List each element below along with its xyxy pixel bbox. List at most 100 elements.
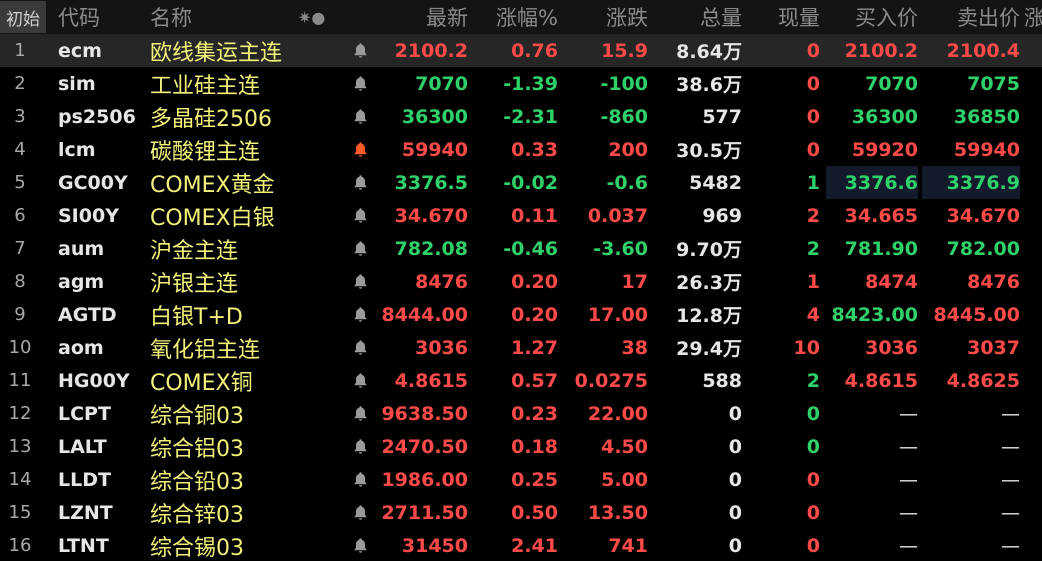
symbol-name: 综合锌03 xyxy=(150,502,244,528)
bell-icon[interactable] xyxy=(348,397,372,430)
symbol-code: sim xyxy=(58,72,96,95)
table-row[interactable]: 2 sim 工业硅主连 7070 -1.39 -100 38.6万 0 7070 7075 xyxy=(0,67,1042,100)
last-price: 3036 xyxy=(415,336,468,359)
last-price: 34.670 xyxy=(394,204,468,227)
change-amount: 5.00 xyxy=(601,468,648,491)
change-percent: 0.33 xyxy=(511,138,558,161)
col-volume-header[interactable]: 总量 xyxy=(650,0,742,34)
bell-icon[interactable] xyxy=(348,100,372,133)
ask-price: 3037 xyxy=(967,336,1020,359)
bell-icon[interactable] xyxy=(348,265,372,298)
row-index: 5 xyxy=(14,172,26,193)
col-overflow-header[interactable]: 涨 xyxy=(1024,0,1042,34)
table-row[interactable]: 4 lcm 碳酸锂主连 59940 0.33 200 30.5万 0 59920 59940 xyxy=(0,133,1042,166)
table-row[interactable]: 13 LALT 综合铝03 2470.50 0.18 4.50 0 0 — — xyxy=(0,430,1042,463)
bell-icon[interactable] xyxy=(348,430,372,463)
col-code-header[interactable]: 代码 xyxy=(58,0,148,34)
ask-price: 59940 xyxy=(953,138,1020,161)
bell-icon[interactable] xyxy=(348,364,372,397)
symbol-code: LTNT xyxy=(58,534,109,557)
symbol-code: AGTD xyxy=(58,303,117,326)
bell-icon[interactable] xyxy=(348,529,372,561)
bid-price: 34.665 xyxy=(844,204,918,227)
table-row[interactable]: 5 GC00Y COMEX黄金 3376.5 -0.02 -0.6 5482 1 3376.6 3… xyxy=(0,166,1042,199)
row-index: 10 xyxy=(8,337,32,358)
col-name-header[interactable]: 名称 xyxy=(150,0,290,34)
ask-price: 7075 xyxy=(967,72,1020,95)
change-amount: 15.9 xyxy=(601,39,648,62)
change-amount: 38 xyxy=(621,336,648,359)
table-row[interactable]: 7 aum 沪金主连 782.08 -0.46 -3.60 9.70万 2 781.90 782.… xyxy=(0,232,1042,265)
change-percent: 2.41 xyxy=(511,534,558,557)
table-row[interactable]: 11 HG00Y COMEX铜 4.8615 0.57 0.0275 588 2 4.8615 4… xyxy=(0,364,1042,397)
symbol-name: COMEX白银 xyxy=(150,205,275,231)
total-volume: 30.5万 xyxy=(676,140,742,162)
bell-icon[interactable] xyxy=(348,166,372,199)
symbol-name: 工业硅主连 xyxy=(150,73,261,99)
bid-price: 8423.00 xyxy=(831,303,918,326)
row-index: 13 xyxy=(8,436,32,457)
col-bid-header[interactable]: 买入价 xyxy=(826,0,918,34)
symbol-name: 综合铝03 xyxy=(150,436,244,462)
table-row[interactable]: 3 ps2506 多晶硅2506 36300 -2.31 -860 577 0 36300 368… xyxy=(0,100,1042,133)
last-price: 7070 xyxy=(415,72,468,95)
current-volume: 0 xyxy=(806,501,820,524)
row-index: 16 xyxy=(8,535,32,556)
change-percent: -1.39 xyxy=(503,72,558,95)
bell-icon[interactable] xyxy=(348,463,372,496)
table-row[interactable]: 9 AGTD 白银T+D 8444.00 0.20 17.00 12.8万 4 8423.00 8… xyxy=(0,298,1042,331)
change-amount: 17 xyxy=(621,270,648,293)
bid-price: 3376.6 xyxy=(826,166,918,199)
bid-price: 3036 xyxy=(865,336,918,359)
row-index: 1 xyxy=(14,40,26,61)
table-row[interactable]: 10 aom 氧化铝主连 3036 1.27 38 29.4万 10 3036 3037 xyxy=(0,331,1042,364)
ask-price: 2100.4 xyxy=(946,39,1020,62)
change-amount: 22.00 xyxy=(587,402,648,425)
table-row[interactable]: 16 LTNT 综合锡03 31450 2.41 741 0 0 — — xyxy=(0,529,1042,561)
symbol-name: 综合铅03 xyxy=(150,469,244,495)
table-row[interactable]: 14 LLDT 综合铅03 1986.00 0.25 5.00 0 0 — — xyxy=(0,463,1042,496)
table-row[interactable]: 15 LZNT 综合锌03 2711.50 0.50 13.50 0 0 — — xyxy=(0,496,1042,529)
ask-price: 36850 xyxy=(953,105,1020,128)
change-amount: -0.6 xyxy=(606,171,648,194)
col-change-header[interactable]: 涨跌 xyxy=(560,0,648,34)
ask-price: 782.00 xyxy=(946,237,1020,260)
table-row[interactable]: 12 LCPT 综合铜03 9638.50 0.23 22.00 0 0 — — xyxy=(0,397,1042,430)
col-ask-header[interactable]: 卖出价 xyxy=(922,0,1020,34)
total-volume: 0 xyxy=(728,468,742,491)
bell-icon[interactable] xyxy=(348,67,372,100)
settings-icon[interactable]: ✷● xyxy=(298,0,338,34)
current-volume: 2 xyxy=(806,369,820,392)
bell-icon[interactable] xyxy=(348,133,372,166)
ask-price: 8476 xyxy=(967,270,1020,293)
bid-price: 59920 xyxy=(851,138,918,161)
bell-icon[interactable] xyxy=(348,199,372,232)
col-current-header[interactable]: 现量 xyxy=(746,0,820,34)
last-price: 36300 xyxy=(401,105,468,128)
change-percent: 0.57 xyxy=(511,369,558,392)
last-price: 8444.00 xyxy=(381,303,468,326)
row-index: 11 xyxy=(8,370,32,391)
symbol-name: 沪银主连 xyxy=(150,271,239,297)
symbol-code: agm xyxy=(58,270,105,293)
bell-icon[interactable] xyxy=(348,298,372,331)
col-pct-header[interactable]: 涨幅% xyxy=(480,0,558,34)
current-volume: 0 xyxy=(806,105,820,128)
row-index: 7 xyxy=(14,238,26,259)
bell-icon[interactable] xyxy=(348,34,372,67)
filter-tag[interactable]: 初始 xyxy=(0,1,46,33)
bid-price: — xyxy=(899,435,918,458)
total-volume: 0 xyxy=(728,501,742,524)
symbol-code: ps2506 xyxy=(58,105,136,128)
change-amount: -3.60 xyxy=(593,237,648,260)
table-row[interactable]: 6 SI00Y COMEX白银 34.670 0.11 0.037 969 2 34.665 34… xyxy=(0,199,1042,232)
bell-icon[interactable] xyxy=(348,331,372,364)
symbol-name: 欧线集运主连 xyxy=(150,40,283,66)
last-price: 8476 xyxy=(415,270,468,293)
table-row[interactable]: 1 ecm 欧线集运主连 2100.2 0.76 15.9 8.64万 0 2100.2 2100… xyxy=(0,34,1042,67)
bell-icon[interactable] xyxy=(348,496,372,529)
bell-icon[interactable] xyxy=(348,232,372,265)
table-row[interactable]: 8 agm 沪银主连 8476 0.20 17 26.3万 1 8474 8476 xyxy=(0,265,1042,298)
symbol-code: LALT xyxy=(58,435,107,458)
col-last-header[interactable]: 最新 xyxy=(380,0,468,34)
